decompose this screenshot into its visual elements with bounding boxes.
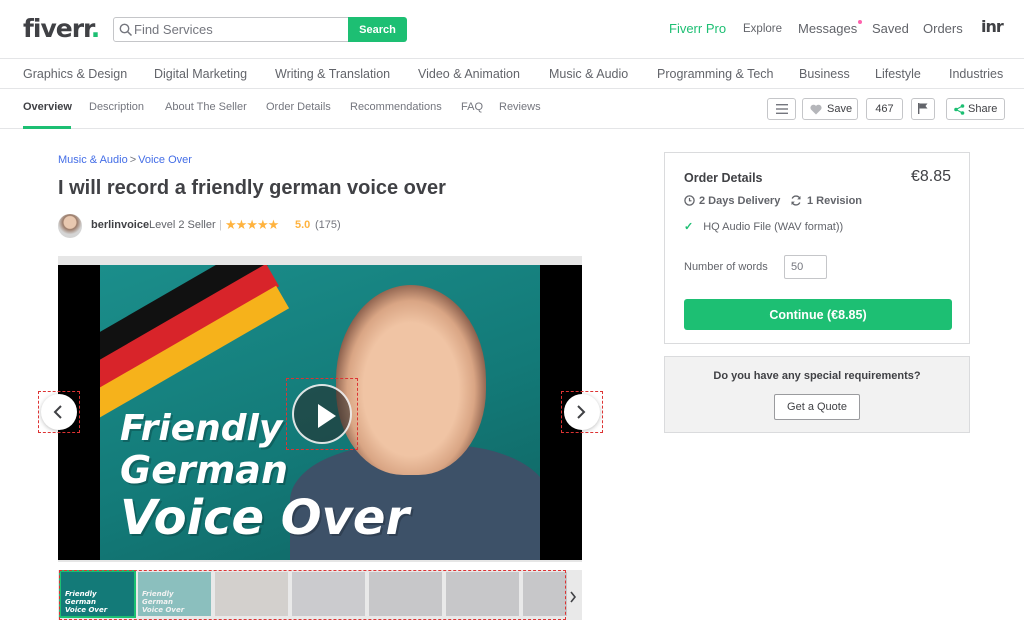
seller-avatar[interactable] xyxy=(58,214,82,238)
seller-name[interactable]: berlinvoice xyxy=(91,219,149,231)
video-text-german: German xyxy=(120,448,288,492)
category-digital-marketing[interactable]: Digital Marketing xyxy=(154,67,247,81)
revisions-label: 1 Revision xyxy=(807,195,863,207)
category-writing-translation[interactable]: Writing & Translation xyxy=(275,67,390,81)
nav-saved[interactable]: Saved xyxy=(872,21,909,36)
order-price: €8.85 xyxy=(910,168,951,185)
report-button[interactable] xyxy=(911,98,935,120)
menu-button[interactable] xyxy=(767,98,796,120)
reviews-count[interactable]: (175) xyxy=(315,219,341,231)
rating-value: 5.0 xyxy=(295,219,311,231)
heart-icon xyxy=(810,104,822,115)
save-label: Save xyxy=(827,103,853,115)
next-button-highlight xyxy=(561,391,603,433)
share-button[interactable]: Share xyxy=(946,98,1005,120)
tab-description[interactable]: Description xyxy=(89,101,144,113)
order-feature: ✓ HQ Audio File (WAV format)) xyxy=(684,221,844,233)
tab-order-details[interactable]: Order Details xyxy=(266,101,331,113)
unread-indicator-dot xyxy=(858,20,863,24)
seller-level: Level 2 Seller xyxy=(149,219,216,231)
breadcrumb-voice-over[interactable]: Voice Over xyxy=(138,154,192,166)
play-button-highlight xyxy=(286,378,358,450)
prev-button-highlight xyxy=(38,391,80,433)
flag-icon xyxy=(918,103,928,114)
gig-subnav: Overview Description About The Seller Or… xyxy=(0,89,1024,129)
active-tab-indicator xyxy=(23,126,71,129)
category-video-animation[interactable]: Video & Animation xyxy=(418,67,520,81)
thumbnail-next-icon[interactable] xyxy=(569,591,577,603)
continue-button[interactable]: Continue (€8.85) xyxy=(684,299,952,330)
delivery-label: 2 Days Delivery xyxy=(699,195,781,207)
nav-orders[interactable]: Orders xyxy=(923,21,963,36)
search-input[interactable] xyxy=(134,18,344,41)
save-button[interactable]: Save xyxy=(802,98,858,120)
words-input[interactable]: 50 xyxy=(784,255,827,279)
star-rating-icon: ★★★★★ xyxy=(225,217,279,232)
tab-reviews[interactable]: Reviews xyxy=(499,101,541,113)
gig-title: I will record a friendly german voice ov… xyxy=(58,177,446,199)
nav-messages-label: Messages xyxy=(798,21,858,36)
share-label: Share xyxy=(968,103,998,115)
top-header: fiverr. Search Fiverr Pro Explore Messag… xyxy=(0,0,1024,59)
user-avatar[interactable]: inr xyxy=(981,17,1005,39)
divider: | xyxy=(219,219,222,231)
category-industries[interactable]: Industries xyxy=(949,67,1003,81)
order-details-title: Order Details xyxy=(684,171,763,185)
thumbnail-strip-highlight xyxy=(59,570,566,620)
category-graphics-design[interactable]: Graphics & Design xyxy=(23,67,127,81)
search-icon xyxy=(119,23,133,37)
person-head xyxy=(336,285,486,475)
tab-about-seller[interactable]: About The Seller xyxy=(165,101,247,113)
quote-panel: Do you have any special requirements? Ge… xyxy=(664,356,970,433)
category-lifestyle[interactable]: Lifestyle xyxy=(875,67,921,81)
revisions: 1 Revision xyxy=(790,195,862,207)
refresh-icon xyxy=(791,195,801,206)
delivery-time: 2 Days Delivery xyxy=(684,195,780,207)
video-text-voice-over: Voice Over xyxy=(120,490,410,546)
tab-overview[interactable]: Overview xyxy=(23,101,72,113)
share-icon xyxy=(954,104,965,115)
breadcrumb: Music & Audio > Voice Over xyxy=(58,154,192,166)
category-business[interactable]: Business xyxy=(799,67,850,81)
tab-recommendations[interactable]: Recommendations xyxy=(350,101,442,113)
category-bar: Graphics & Design Digital Marketing Writ… xyxy=(0,59,1024,89)
seller-info: berlinvoice Level 2 Seller | ★★★★★ 5.0 (… xyxy=(58,214,378,238)
nav-fiverr-pro[interactable]: Fiverr Pro xyxy=(669,21,726,36)
special-requirements-question: Do you have any special requirements? xyxy=(713,370,921,382)
search-box xyxy=(113,17,349,42)
nav-explore[interactable]: Explore xyxy=(743,23,782,35)
clock-icon xyxy=(684,195,695,206)
fiverr-logo[interactable]: fiverr. xyxy=(23,14,100,43)
search-button[interactable]: Search xyxy=(348,17,407,42)
hamburger-icon xyxy=(776,104,788,114)
save-count: 467 xyxy=(866,98,903,120)
category-programming-tech[interactable]: Programming & Tech xyxy=(657,67,774,81)
get-quote-button[interactable]: Get a Quote xyxy=(774,394,860,420)
tab-faq[interactable]: FAQ xyxy=(461,101,483,113)
order-panel: Order Details €8.85 2 Days Delivery 1 Re… xyxy=(664,152,970,344)
breadcrumb-separator: > xyxy=(129,154,137,166)
check-icon: ✓ xyxy=(684,221,694,233)
breadcrumb-music-audio[interactable]: Music & Audio xyxy=(58,154,128,166)
category-music-audio[interactable]: Music & Audio xyxy=(549,67,628,81)
video-text-friendly: Friendly xyxy=(120,408,283,449)
words-label: Number of words xyxy=(684,261,768,273)
nav-messages[interactable]: Messages xyxy=(798,20,863,36)
